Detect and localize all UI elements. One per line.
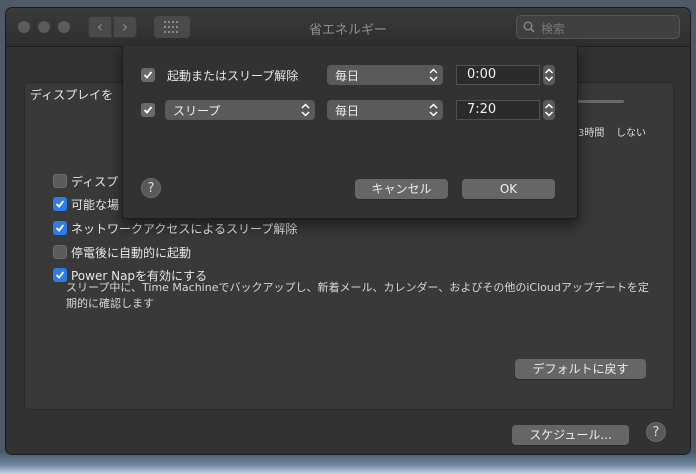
sleep-action-popup[interactable]: スリープ bbox=[165, 100, 315, 120]
sleep-day-value: 毎日 bbox=[335, 104, 360, 118]
display-off-checkbox[interactable] bbox=[53, 174, 67, 188]
stepper-arrows-icon bbox=[544, 68, 554, 82]
sleep-time-value: 7:20 bbox=[467, 102, 497, 117]
sleep-disks-label: 可能な場 bbox=[71, 198, 120, 212]
sleep-time-field[interactable]: 7:20 bbox=[456, 100, 540, 120]
updown-arrows-icon bbox=[429, 68, 438, 82]
checkmark-icon bbox=[143, 71, 153, 79]
checkmark-icon bbox=[55, 224, 65, 232]
ok-button[interactable]: OK bbox=[462, 179, 555, 199]
sleep-disks-checkbox[interactable] bbox=[53, 197, 67, 211]
sleep-action-value: スリープ bbox=[173, 104, 221, 118]
updown-arrows-icon bbox=[429, 103, 438, 117]
power-nap-checkbox[interactable] bbox=[53, 268, 67, 282]
startup-day-popup[interactable]: 毎日 bbox=[327, 65, 443, 85]
stepper-arrows-icon bbox=[544, 103, 554, 117]
sleep-time-stepper[interactable] bbox=[543, 100, 555, 120]
help-button[interactable]: ? bbox=[646, 422, 666, 442]
slider-tick-3h: 3時間 bbox=[578, 128, 605, 139]
search-icon bbox=[523, 21, 535, 33]
search-placeholder: 検索 bbox=[541, 22, 566, 36]
restore-defaults-button[interactable]: デフォルトに戻す bbox=[515, 359, 646, 379]
schedule-button[interactable]: スケジュール... bbox=[512, 425, 629, 445]
startup-time-value: 0:00 bbox=[467, 67, 497, 82]
sheet-help-button[interactable]: ? bbox=[141, 178, 161, 198]
updown-arrows-icon bbox=[301, 103, 310, 117]
schedule-sheet: 起動またはスリープ解除 毎日 0:00 スリープ 毎日 7:20 ? キャンセル… bbox=[122, 46, 578, 219]
cancel-button[interactable]: キャンセル bbox=[355, 179, 448, 199]
startup-day-value: 毎日 bbox=[335, 69, 360, 83]
checkmark-icon bbox=[55, 200, 65, 208]
startup-wake-checkbox[interactable] bbox=[141, 68, 155, 82]
startup-wake-label: 起動またはスリープ解除 bbox=[167, 69, 299, 83]
checkmark-icon bbox=[55, 271, 65, 279]
sleep-day-popup[interactable]: 毎日 bbox=[327, 100, 443, 120]
display-off-label: ディスプ bbox=[71, 175, 119, 189]
auto-restart-label: 停電後に自動的に起動 bbox=[71, 246, 192, 260]
display-sleep-slider[interactable] bbox=[572, 100, 624, 103]
power-nap-description: スリープ中に、Time Machineでバックアップし、新着メール、カレンダー、… bbox=[66, 281, 649, 310]
wake-network-label: ネットワークアクセスによるスリープ解除 bbox=[71, 222, 298, 236]
display-sleep-label: ディスプレイを bbox=[30, 88, 114, 102]
sleep-schedule-checkbox[interactable] bbox=[141, 103, 155, 117]
desktop-background bbox=[0, 452, 696, 474]
title-bar: ‹ › 省エネルギー 検索 bbox=[6, 8, 690, 47]
slider-tick-never: しない bbox=[616, 128, 646, 139]
startup-time-field[interactable]: 0:00 bbox=[456, 65, 540, 85]
checkmark-icon bbox=[143, 106, 153, 114]
auto-restart-checkbox[interactable] bbox=[53, 245, 67, 259]
wake-network-checkbox[interactable] bbox=[53, 221, 67, 235]
search-field[interactable]: 検索 bbox=[516, 15, 680, 39]
startup-time-stepper[interactable] bbox=[543, 65, 555, 85]
